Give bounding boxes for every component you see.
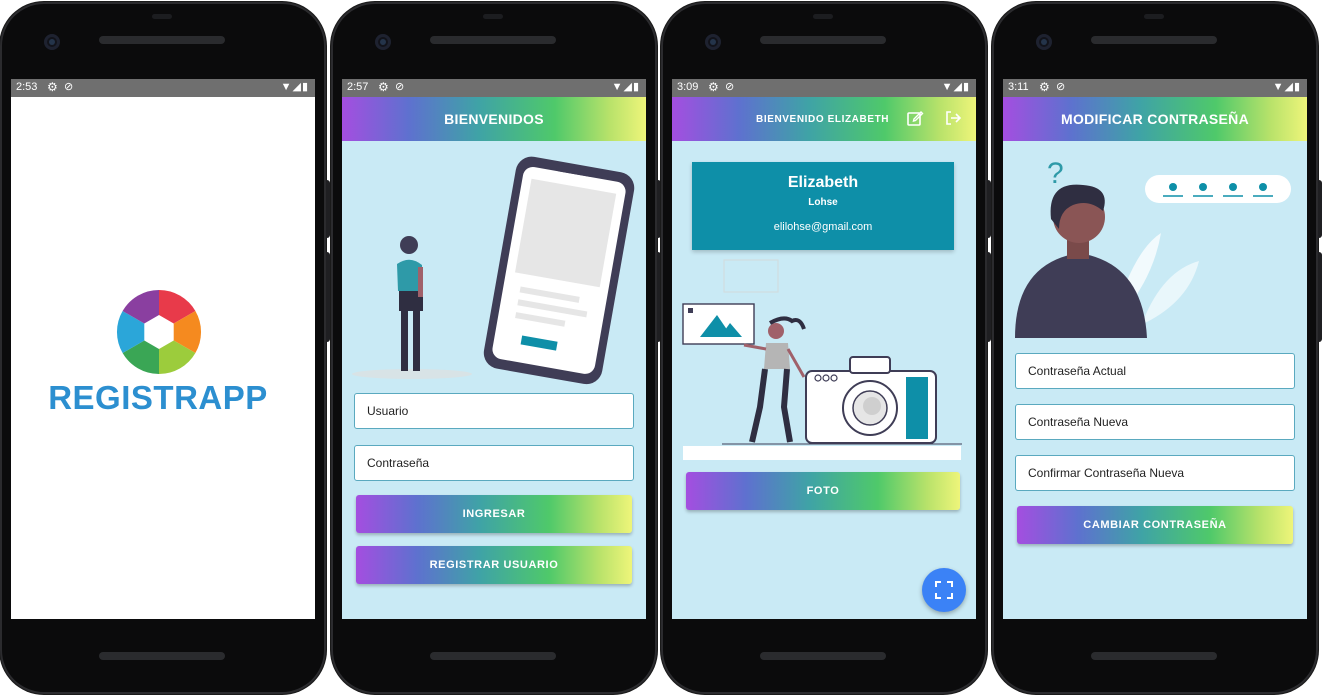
microphone: [760, 652, 886, 660]
page-title: MODIFICAR CONTRASEÑA: [1003, 97, 1307, 141]
scan-button[interactable]: [922, 568, 966, 612]
earpiece: [760, 36, 886, 44]
page-title: BIENVENIDO ELIZABETH: [756, 113, 890, 125]
status-bar: 3:11 ⚙ ⊘ ▼◢▮: [1003, 79, 1307, 97]
home-screen: 3:09 ⚙ ⊘ ▼◢▮ BIENVENIDO ELIZABETH Elizab…: [672, 79, 976, 619]
speaker-grill: [152, 14, 172, 19]
photo-button[interactable]: FOTO: [686, 472, 960, 510]
volume-button: [987, 252, 991, 342]
change-password-screen: 3:11 ⚙ ⊘ ▼◢▮ MODIFICAR CONTRASEÑA ? Cont…: [1003, 79, 1307, 619]
microphone: [99, 652, 225, 660]
speaker-grill: [813, 14, 833, 19]
password-dots-box: [1145, 175, 1291, 203]
faded-photo-frame: [723, 259, 779, 293]
power-button: [326, 180, 330, 238]
earpiece: [99, 36, 225, 44]
change-password-button[interactable]: CAMBIAR CONTRASEÑA: [1017, 506, 1293, 544]
login-button[interactable]: INGRESAR: [356, 495, 632, 533]
edit-icon[interactable]: [906, 109, 924, 127]
dnd-icon: ⊘: [395, 81, 405, 93]
profile-email: elilohse@gmail.com: [773, 221, 873, 233]
register-user-button[interactable]: REGISTRAR USUARIO: [356, 546, 632, 584]
settings-icon: ⚙: [1039, 80, 1050, 94]
speaker-grill: [483, 14, 503, 19]
password-person-illustration: ?: [1015, 157, 1291, 338]
speaker-grill: [1144, 14, 1164, 19]
front-camera: [375, 34, 391, 50]
signal-battery-icon: ▼◢▮: [1272, 81, 1301, 93]
registrapp-logo-mark: [116, 290, 202, 374]
power-button: [987, 180, 991, 238]
earpiece: [430, 36, 556, 44]
new-password-input[interactable]: Contraseña Nueva: [1015, 404, 1295, 440]
status-bar: 2:57 ⚙ ⊘ ▼◢▮: [342, 79, 646, 97]
username-input[interactable]: Usuario: [354, 393, 634, 429]
home-toolbar: BIENVENIDO ELIZABETH: [672, 97, 976, 141]
volume-button: [1318, 252, 1322, 342]
camera-illustration: [805, 356, 937, 444]
dnd-icon: ⊘: [725, 81, 735, 93]
current-password-input[interactable]: Contraseña Actual: [1015, 353, 1295, 389]
person-illustration: [397, 236, 423, 371]
signal-battery-icon: ▼◢▮: [941, 81, 970, 93]
profile-card: Elizabeth Lohse elilohse@gmail.com: [692, 162, 954, 250]
status-time: 3:09: [677, 81, 699, 93]
page-title: BIENVENIDOS: [342, 97, 646, 141]
status-time: 2:57: [347, 81, 369, 93]
signal-battery-icon: ▼◢▮: [611, 81, 640, 93]
settings-icon: ⚙: [378, 80, 389, 94]
dnd-icon: ⊘: [1056, 81, 1066, 93]
earpiece: [1091, 36, 1217, 44]
phone-change-password: 3:11 ⚙ ⊘ ▼◢▮ MODIFICAR CONTRASEÑA ? Cont…: [992, 2, 1322, 694]
illustration-shadow: [352, 369, 472, 379]
person-bust-illustration: [1015, 184, 1147, 338]
settings-icon: ⚙: [708, 80, 719, 94]
confirm-password-input[interactable]: Confirmar Contraseña Nueva: [1015, 455, 1295, 491]
logout-icon[interactable]: [944, 109, 962, 127]
front-camera: [705, 34, 721, 50]
profile-first-name: Elizabeth: [787, 174, 859, 191]
microphone: [1091, 652, 1217, 660]
scan-icon: [935, 581, 953, 599]
phone-illustration: [483, 156, 635, 385]
power-button: [1318, 180, 1322, 238]
profile-last-name: Lohse: [808, 197, 838, 208]
status-bar: 3:09 ⚙ ⊘ ▼◢▮: [672, 79, 976, 97]
phone-home: 3:09 ⚙ ⊘ ▼◢▮ BIENVENIDO ELIZABETH Elizab…: [661, 2, 991, 694]
splash-screen: 2:53 ⚙ ⊘ ▼◢▮ REGISTRAPP: [11, 79, 315, 619]
question-mark-icon: ?: [1047, 157, 1064, 190]
login-screen: 2:57 ⚙ ⊘ ▼◢▮ BIENVENIDOS Usuario Contras…: [342, 79, 646, 619]
status-time: 3:11: [1008, 81, 1029, 93]
front-camera: [1036, 34, 1052, 50]
microphone: [430, 652, 556, 660]
photographer-illustration: [682, 259, 962, 460]
phone-login: 2:57 ⚙ ⊘ ▼◢▮ BIENVENIDOS Usuario Contras…: [331, 2, 661, 694]
phone-person-illustration: [352, 156, 635, 385]
front-camera: [44, 34, 60, 50]
password-input[interactable]: Contraseña: [354, 445, 634, 481]
volume-button: [326, 252, 330, 342]
registrapp-logo-text: REGISTRAPP: [48, 379, 268, 416]
phone-splash: 2:53 ⚙ ⊘ ▼◢▮ REGISTRAPP: [0, 2, 330, 694]
